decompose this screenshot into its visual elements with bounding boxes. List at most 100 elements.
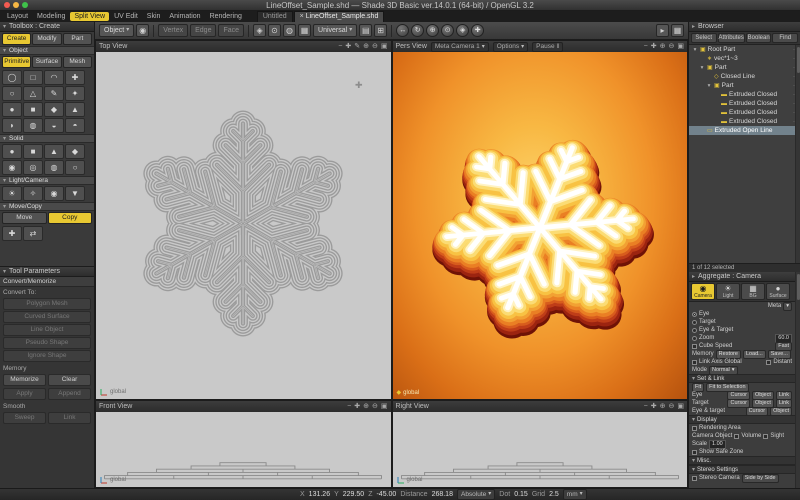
tab-untitled[interactable]: Untitled: [257, 11, 293, 22]
tree-row[interactable]: ▾▣Part··: [689, 81, 800, 90]
display-section[interactable]: ▾Display: [689, 415, 795, 424]
primitive-shape-15-icon[interactable]: ◓: [65, 118, 85, 133]
zoom-in-icon[interactable]: ✚: [354, 402, 360, 411]
load-button[interactable]: Load...: [743, 350, 766, 359]
primitive-shape-9-icon[interactable]: ■: [23, 102, 43, 117]
pers-view-canvas[interactable]: ◆ global: [393, 52, 688, 399]
eye-target-object-button[interactable]: Object: [770, 407, 792, 416]
primitive-shape-1-icon[interactable]: □: [23, 70, 43, 85]
edge-mode-button[interactable]: Edge: [190, 24, 216, 37]
snap-tool-3-icon[interactable]: ▦: [298, 24, 311, 37]
manipulator-0-icon[interactable]: ↔: [396, 24, 409, 37]
modify-button[interactable]: Modify: [32, 33, 61, 45]
solid-shape-3-icon[interactable]: ◆: [65, 144, 85, 159]
eye-target-cursor-button[interactable]: Cursor: [746, 407, 769, 416]
top-view-canvas[interactable]: ✚ global: [96, 52, 391, 399]
right-view-canvas[interactable]: global: [393, 412, 688, 487]
viewport-pers[interactable]: Pers View Meta Camera 1 ▾ Options ▾ Paus…: [392, 40, 689, 400]
grid-tool-0-icon[interactable]: ▤: [359, 24, 372, 37]
convert-option-0[interactable]: Polygon Mesh: [3, 298, 91, 310]
collapse-icon[interactable]: ▾: [706, 83, 712, 89]
toolbar-right-1-icon[interactable]: ▦: [671, 24, 684, 37]
move-copy-tool-1-icon[interactable]: ⇄: [23, 226, 43, 241]
vertex-mode-button[interactable]: Vertex: [158, 24, 188, 37]
misc-section[interactable]: ▾Misc.: [689, 456, 795, 465]
object-mode-dropdown[interactable]: Object ▾: [99, 24, 134, 37]
magnify-out-icon[interactable]: ⊖: [372, 42, 378, 51]
magnify-out-icon[interactable]: ⊖: [669, 402, 675, 411]
link-button[interactable]: Link: [48, 412, 91, 424]
stereo-mode-dropdown[interactable]: Side by Side: [742, 474, 779, 483]
browser-scrollbar[interactable]: [795, 45, 800, 263]
axis-indicator[interactable]: global: [100, 388, 126, 396]
set-link-section[interactable]: ▾Set & Link: [689, 374, 795, 383]
append-button[interactable]: Append: [48, 388, 91, 400]
grid-tool-1-icon[interactable]: ⊞: [374, 24, 387, 37]
browser-tab-select[interactable]: Select: [691, 33, 717, 43]
axis-indicator[interactable]: global: [100, 476, 126, 484]
move-copy-tool-0-icon[interactable]: ✚: [2, 226, 22, 241]
magnify-in-icon[interactable]: ⊕: [660, 402, 666, 411]
meta-dropdown[interactable]: ▾: [783, 302, 792, 311]
solid-shape-6-icon[interactable]: ◍: [44, 160, 64, 175]
primitive-shape-6-icon[interactable]: ✎: [44, 86, 64, 101]
tool-parameters-header[interactable]: ▾ Tool Parameters: [0, 267, 94, 277]
menu-item-skin[interactable]: Skin: [143, 12, 165, 21]
zoom-radio[interactable]: [692, 336, 697, 341]
manipulator-5-icon[interactable]: ✚: [471, 24, 484, 37]
primitive-shape-5-icon[interactable]: △: [23, 86, 43, 101]
browser-header[interactable]: ▸ Browser: [689, 22, 800, 32]
magnify-in-icon[interactable]: ⊕: [660, 42, 666, 51]
axis-indicator[interactable]: ◆ global: [397, 389, 420, 396]
toolbox-header[interactable]: ▾ Toolbox : Create: [0, 22, 94, 32]
light-camera-0-icon[interactable]: ☀: [2, 186, 22, 201]
convert-option-2[interactable]: Line Object: [3, 324, 91, 336]
aggregate-scrollbar[interactable]: [795, 272, 800, 488]
pencil-icon[interactable]: ✎: [354, 42, 360, 51]
fit-button[interactable]: Fit: [692, 383, 704, 392]
aggregate-tab-camera[interactable]: ◉Camera: [691, 283, 715, 300]
zoom-out-icon[interactable]: −: [338, 42, 342, 51]
solid-shape-4-icon[interactable]: ◉: [2, 160, 22, 175]
aggregate-header[interactable]: ▸ Aggregate : Camera: [689, 272, 800, 282]
solid-section-header[interactable]: ▾ Solid: [0, 134, 94, 143]
primitive-shape-3-icon[interactable]: ✚: [65, 70, 85, 85]
manipulator-4-icon[interactable]: ◈: [456, 24, 469, 37]
front-view-canvas[interactable]: global: [96, 412, 391, 487]
convert-option-3[interactable]: Pseudo Shape: [3, 337, 91, 349]
mode-dropdown[interactable]: Normal▾: [709, 366, 738, 375]
solid-shape-1-icon[interactable]: ■: [23, 144, 43, 159]
manipulator-1-icon[interactable]: ↻: [411, 24, 424, 37]
manipulator-3-icon[interactable]: ⊙: [441, 24, 454, 37]
magnify-out-icon[interactable]: ⊖: [372, 402, 378, 411]
menu-item-split-view[interactable]: Split View: [70, 12, 109, 21]
zoom-out-icon[interactable]: −: [644, 402, 648, 411]
tab-lineoffset-sample[interactable]: ×LineOffset_Sample.shd: [294, 11, 385, 22]
target-radio[interactable]: [692, 320, 697, 325]
tree-row[interactable]: ▭Extruded Open Line··: [689, 126, 800, 135]
solid-shape-2-icon[interactable]: ▲: [44, 144, 64, 159]
primitive-shape-10-icon[interactable]: ◆: [44, 102, 64, 117]
link-axis-checkbox[interactable]: [692, 360, 697, 365]
primitive-shape-14-icon[interactable]: ◒: [44, 118, 64, 133]
light-camera-1-icon[interactable]: ✧: [23, 186, 43, 201]
primitive-shape-11-icon[interactable]: ▲: [65, 102, 85, 117]
zoom-in-icon[interactable]: ✚: [651, 42, 657, 51]
distant-checkbox[interactable]: [766, 360, 771, 365]
tree-row[interactable]: ◇Closed Line··: [689, 72, 800, 81]
mesh-tab[interactable]: Mesh: [63, 56, 92, 68]
tree-row[interactable]: ▾▣Part··: [689, 63, 800, 72]
aggregate-tab-light[interactable]: ☀Light: [716, 283, 740, 300]
apply-button[interactable]: Apply: [3, 388, 46, 400]
solid-shape-0-icon[interactable]: ●: [2, 144, 22, 159]
tree-row[interactable]: ▬Extruded Closed··: [689, 90, 800, 99]
face-mode-button[interactable]: Face: [218, 24, 244, 37]
show-safe-zone-checkbox[interactable]: [692, 450, 697, 455]
viewport-top[interactable]: Top View − ✚ ✎ ⊕ ⊖ ▣: [95, 40, 392, 400]
solid-shape-7-icon[interactable]: ○: [65, 160, 85, 175]
coordinate-mode-dropdown[interactable]: Absolute▾: [457, 489, 495, 500]
memorize-button[interactable]: Memorize: [3, 374, 46, 386]
rendering-area-checkbox[interactable]: [692, 426, 697, 431]
toolbar-right-0-icon[interactable]: ▸: [656, 24, 669, 37]
create-button[interactable]: Create: [2, 33, 31, 45]
